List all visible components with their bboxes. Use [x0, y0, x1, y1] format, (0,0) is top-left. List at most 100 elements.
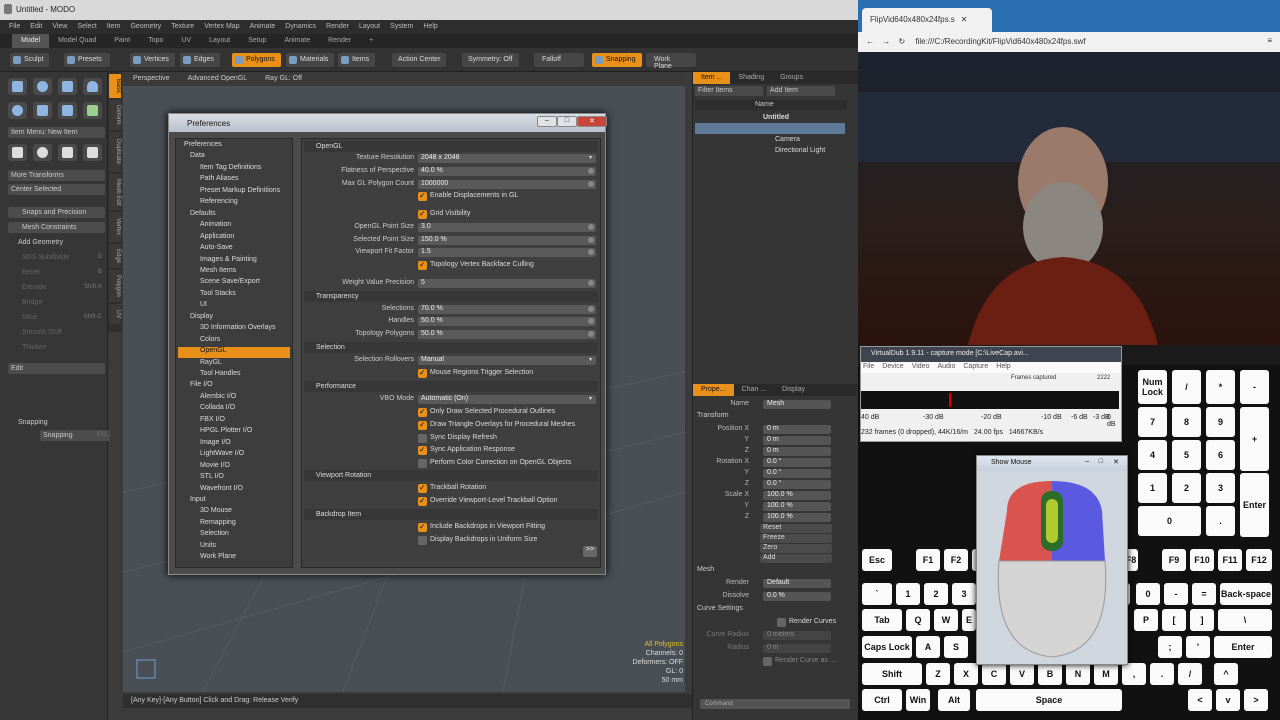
sculpt-button[interactable]: Sculpt — [10, 53, 50, 67]
tab-add[interactable]: + — [360, 34, 382, 48]
back-icon[interactable]: ← — [866, 37, 874, 46]
falloff-dropdown[interactable]: Falloff — [534, 53, 584, 67]
vtab-polygon[interactable]: Polygon — [109, 270, 121, 302]
vtab-vertex[interactable]: Vertex — [109, 212, 121, 242]
tool-bevel[interactable]: Bevel B — [8, 267, 105, 278]
tree-node[interactable]: LightWave I/O — [178, 450, 290, 461]
tab-uv[interactable]: UV — [172, 34, 200, 48]
edges-button[interactable]: Edges — [180, 53, 220, 67]
tree-node[interactable]: Selection — [178, 530, 290, 541]
menu-select[interactable]: Select — [72, 20, 101, 34]
vtab-edge[interactable]: Edge — [109, 244, 121, 268]
tool-bridge[interactable]: Bridge — [8, 297, 105, 308]
tree-node[interactable]: Units — [178, 542, 290, 553]
selection-rollovers-dropdown[interactable]: Manual — [418, 356, 596, 365]
tree-node[interactable]: Images & Painting — [178, 256, 290, 267]
key-f9[interactable]: F9 — [1162, 549, 1186, 571]
tree-node[interactable]: Scene Save/Export — [178, 278, 290, 289]
pen-tool-button[interactable] — [58, 102, 77, 119]
tab-shading[interactable]: Shading — [730, 72, 772, 84]
vbo-mode-dropdown[interactable]: Automatic (On) — [418, 395, 596, 404]
menu-item[interactable]: Item — [102, 20, 126, 34]
name-column-header[interactable]: Name — [695, 100, 847, 110]
point-size-field[interactable]: 3.0 — [418, 223, 596, 232]
rotation-z-field[interactable]: 0.0 ° — [763, 480, 831, 489]
action-center-dropdown[interactable]: Action Center — [392, 53, 447, 67]
tool-extrude[interactable]: Extrude Shift-X — [8, 282, 105, 293]
more-button[interactable]: >> — [583, 546, 597, 557]
sphere-tool-button[interactable] — [33, 78, 52, 95]
tab-setup[interactable]: Setup — [239, 34, 275, 48]
key-shift[interactable]: Shift — [862, 663, 922, 685]
key-s[interactable]: S — [944, 636, 968, 658]
command-input[interactable]: Command — [700, 699, 850, 709]
key-right-bracket[interactable]: ] — [1190, 609, 1214, 631]
curve-settings-section[interactable]: Curve Settings — [697, 605, 743, 612]
max-poly-field[interactable]: 1000000 — [418, 180, 596, 189]
add-item-dropdown[interactable]: Add Item — [767, 86, 835, 96]
sync-display-refresh-checkbox[interactable]: Sync Display Refresh — [418, 434, 497, 444]
display-backdrops-checkbox[interactable]: Display Backdrops in Uniform Size — [418, 536, 537, 546]
item-menu-dropdown[interactable]: Item Menu: New Item — [8, 127, 105, 138]
rotate-tool-button[interactable] — [33, 144, 52, 161]
vertices-button[interactable]: Vertices — [130, 53, 175, 67]
position-y-field[interactable]: 0 m — [763, 436, 831, 445]
key-alt[interactable]: Alt — [938, 689, 970, 711]
capsule-tool-button[interactable] — [33, 102, 52, 119]
key-e[interactable]: E — [962, 609, 976, 631]
sm-close-icon[interactable]: ✕ — [1113, 458, 1119, 466]
section-performance[interactable]: Performance — [304, 381, 598, 392]
key-c[interactable]: C — [982, 663, 1006, 685]
key-num-4[interactable]: 4 — [1138, 440, 1167, 470]
add-geometry-header[interactable]: Add Geometry — [8, 237, 105, 248]
key-num-enter[interactable]: Enter — [1240, 473, 1269, 537]
key-num-0[interactable]: 0 — [1138, 506, 1201, 536]
vd-menu-audio[interactable]: Audio — [937, 363, 955, 372]
tree-node[interactable]: Referencing — [178, 198, 290, 209]
tab-groups[interactable]: Groups — [772, 72, 811, 84]
tree-node[interactable]: Tool Handles — [178, 370, 290, 381]
weight-precision-field[interactable]: 5 — [418, 279, 596, 288]
rotation-x-field[interactable]: 0.0 ° — [763, 458, 831, 467]
mouse-regions-checkbox[interactable]: Mouse Regions Trigger Selection — [418, 368, 533, 379]
key-quote[interactable]: ' — [1186, 636, 1210, 658]
scale-y-field[interactable]: 100.0 % — [763, 502, 831, 511]
tree-node[interactable]: Item Tag Definitions — [178, 164, 290, 175]
render-dropdown[interactable]: Default — [763, 579, 831, 588]
more-transforms-dropdown[interactable]: More Transforms — [8, 170, 105, 181]
key-num-8[interactable]: 8 — [1172, 407, 1201, 437]
tab-display[interactable]: Display — [774, 384, 813, 396]
reset-button[interactable]: Reset — [760, 524, 832, 533]
scale-x-field[interactable]: 100.0 % — [763, 491, 831, 500]
transform-section[interactable]: Transform — [697, 412, 729, 419]
key-x[interactable]: X — [954, 663, 978, 685]
key-down[interactable]: v — [1216, 689, 1240, 711]
move-tool-button[interactable] — [8, 144, 27, 161]
tree-node[interactable]: HPGL Plotter I/O — [178, 427, 290, 438]
key-z[interactable]: Z — [926, 663, 950, 685]
close-tab-icon[interactable]: ✕ — [961, 15, 968, 24]
key-f10[interactable]: F10 — [1190, 549, 1214, 571]
cube-tool-button[interactable] — [8, 78, 27, 95]
edit-dropdown[interactable]: Edit — [8, 363, 105, 374]
vtab-duplicate[interactable]: Duplicate — [109, 132, 121, 172]
key-q[interactable]: Q — [906, 609, 930, 631]
forward-icon[interactable]: → — [882, 37, 890, 46]
key-m[interactable]: M — [1094, 663, 1118, 685]
vtab-basic[interactable]: Basic — [109, 74, 121, 98]
tree-node[interactable]: Input — [178, 496, 290, 507]
key-num-9[interactable]: 9 — [1206, 407, 1235, 437]
snapping-button[interactable]: Snapping — [592, 53, 642, 67]
tree-node[interactable]: Auto-Save — [178, 244, 290, 255]
tree-node[interactable]: Preferences — [178, 141, 290, 152]
tree-node[interactable]: STL I/O — [178, 473, 290, 484]
tree-node[interactable]: Colors — [178, 336, 290, 347]
key-n[interactable]: N — [1066, 663, 1090, 685]
tool-slice[interactable]: Slice Shift-C — [8, 312, 105, 323]
selections-field[interactable]: 70.0 % — [418, 305, 596, 314]
key-num-5[interactable]: 5 — [1172, 440, 1201, 470]
tree-node[interactable]: UI — [178, 301, 290, 312]
zero-button[interactable]: Zero — [760, 544, 832, 553]
key-period[interactable]: . — [1150, 663, 1174, 685]
key-comma[interactable]: , — [1122, 663, 1146, 685]
